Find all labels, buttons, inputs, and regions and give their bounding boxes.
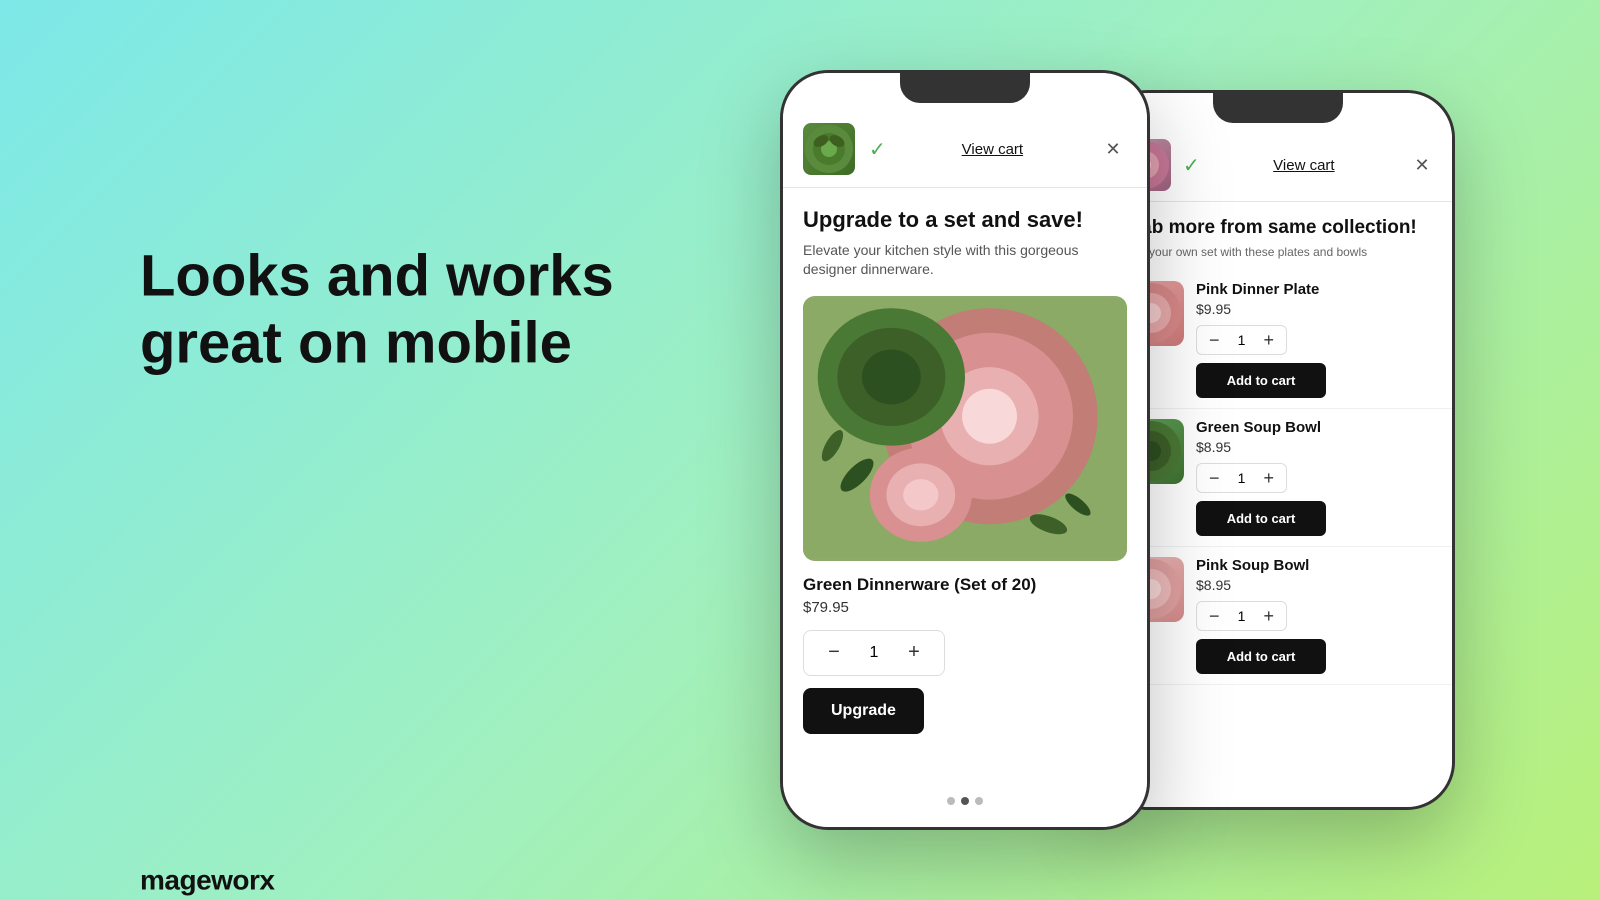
qty-decrease-3[interactable]: − — [1209, 607, 1220, 625]
product-info-1: Pink Dinner Plate $9.95 − 1 + Add to car… — [1196, 281, 1436, 398]
qty-decrease-1[interactable]: − — [1209, 331, 1220, 349]
product-info-2: Green Soup Bowl $8.95 − 1 + Add to cart — [1196, 419, 1436, 536]
product-list-name-2: Green Soup Bowl — [1196, 419, 1436, 436]
product-list-item-1: Pink Dinner Plate $9.95 − 1 + Add to car… — [1103, 271, 1452, 409]
close-button-1[interactable]: ✕ — [1099, 135, 1127, 163]
phone-2-screen: ✓ View cart ✕ Grab more from same collec… — [1103, 93, 1452, 807]
phone1-upsell-subtitle: Elevate your kitchen style with this gor… — [803, 241, 1127, 280]
qty-value-3: 1 — [1234, 608, 1250, 624]
qty-increase-1[interactable]: + — [1264, 331, 1275, 349]
page-background: Looks and works great on mobile mageworx — [0, 0, 1600, 900]
checkmark-icon: ✓ — [869, 137, 886, 162]
phones-container: ✓ View cart ✕ Upgrade to a set and save!… — [580, 0, 1600, 900]
phone1-qty-increase[interactable]: + — [900, 639, 928, 667]
close-button-2[interactable]: ✕ — [1408, 151, 1436, 179]
qty-row-3: − 1 + — [1196, 601, 1287, 631]
view-cart-link-2[interactable]: View cart — [1208, 157, 1400, 174]
product-list-item-3: Pink Soup Bowl $8.95 − 1 + Add to cart — [1103, 547, 1452, 685]
product-list-price-2: $8.95 — [1196, 439, 1436, 455]
dot-1 — [947, 797, 955, 805]
phone-2-notch — [1213, 93, 1343, 123]
product-list-name-3: Pink Soup Bowl — [1196, 557, 1436, 574]
dot-2 — [961, 797, 969, 805]
phone1-upsell-content: Upgrade to a set and save! Elevate your … — [783, 188, 1147, 734]
phone1-product-price: $79.95 — [803, 599, 1127, 616]
add-to-cart-btn-2[interactable]: Add to cart — [1196, 501, 1326, 536]
qty-decrease-2[interactable]: − — [1209, 469, 1220, 487]
product-list-name-1: Pink Dinner Plate — [1196, 281, 1436, 298]
qty-value-1: 1 — [1234, 332, 1250, 348]
phone-2: ✓ View cart ✕ Grab more from same collec… — [1100, 90, 1455, 810]
qty-row-1: − 1 + — [1196, 325, 1287, 355]
add-to-cart-btn-1[interactable]: Add to cart — [1196, 363, 1326, 398]
qty-value-2: 1 — [1234, 470, 1250, 486]
add-to-cart-btn-3[interactable]: Add to cart — [1196, 639, 1326, 674]
product-list-price-1: $9.95 — [1196, 301, 1436, 317]
dot-3 — [975, 797, 983, 805]
brand-logo: mageworx — [140, 865, 275, 897]
product-list-price-3: $8.95 — [1196, 577, 1436, 593]
phone-1: ✓ View cart ✕ Upgrade to a set and save!… — [780, 70, 1150, 830]
product-list-item-2: Green Soup Bowl $8.95 − 1 + Add to cart — [1103, 409, 1452, 547]
phone-1-notch — [900, 73, 1030, 103]
phone1-upgrade-button[interactable]: Upgrade — [803, 688, 924, 734]
phone1-product-image — [803, 296, 1127, 561]
qty-row-2: − 1 + — [1196, 463, 1287, 493]
phone2-upsell-title: Grab more from same collection! — [1103, 216, 1452, 241]
phone1-qty-value: 1 — [864, 644, 884, 662]
phone1-qty-decrease[interactable]: − — [820, 639, 848, 667]
phone1-qty-row: − 1 + — [803, 630, 945, 676]
cart-thumbnail — [803, 123, 855, 175]
phone1-product-name: Green Dinnerware (Set of 20) — [803, 575, 1127, 595]
phone1-upsell-title: Upgrade to a set and save! — [803, 206, 1127, 235]
qty-increase-2[interactable]: + — [1264, 469, 1275, 487]
product-info-3: Pink Soup Bowl $8.95 − 1 + Add to cart — [1196, 557, 1436, 674]
phone1-dots — [783, 785, 1147, 817]
qty-increase-3[interactable]: + — [1264, 607, 1275, 625]
phone-1-screen: ✓ View cart ✕ Upgrade to a set and save!… — [783, 73, 1147, 827]
phone2-upsell-subtitle: Build your own set with these plates and… — [1103, 245, 1452, 259]
phone2-checkmark-icon: ✓ — [1183, 153, 1200, 178]
view-cart-link-1[interactable]: View cart — [896, 141, 1089, 158]
